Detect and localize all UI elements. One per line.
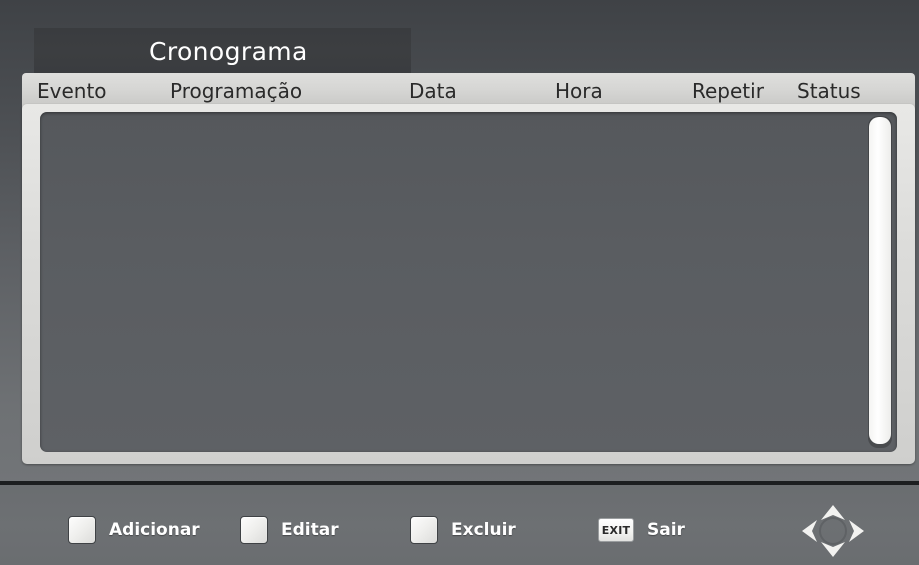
exit-key-text: EXIT	[601, 523, 631, 537]
exit-button-label: Sair	[647, 520, 685, 540]
dpad-left-icon	[802, 520, 817, 542]
dpad-svg	[802, 505, 864, 557]
dpad-right-icon	[849, 520, 864, 542]
column-header-programacao: Programação	[170, 79, 303, 103]
scrollbar-thumb[interactable]	[869, 117, 891, 444]
column-header-status: Status	[797, 79, 861, 103]
add-button-label: Adicionar	[109, 520, 200, 540]
exit-key-icon: EXIT	[598, 518, 634, 542]
dpad-navigation-icon[interactable]	[795, 503, 871, 559]
column-header-hora: Hora	[555, 79, 603, 103]
schedule-list-rows	[40, 112, 897, 452]
edit-button[interactable]: Editar	[240, 515, 339, 545]
exit-button[interactable]: EXIT Sair	[598, 515, 685, 545]
schedule-list[interactable]	[40, 112, 897, 452]
schedule-screen: Cronograma Evento Programação Data Hora …	[0, 0, 919, 565]
page-title: Cronograma	[149, 36, 308, 66]
delete-button-label: Excluir	[451, 520, 516, 540]
color-key-square-icon	[410, 516, 438, 544]
add-button[interactable]: Adicionar	[68, 515, 200, 545]
color-key-square-icon	[240, 516, 268, 544]
edit-button-label: Editar	[281, 520, 339, 540]
column-header-data: Data	[409, 79, 457, 103]
color-key-square-icon	[68, 516, 96, 544]
schedule-list-frame	[22, 104, 915, 464]
title-bar: Cronograma	[34, 28, 411, 74]
column-header-evento: Evento	[37, 79, 107, 103]
vertical-scrollbar[interactable]	[868, 116, 892, 448]
delete-button[interactable]: Excluir	[410, 515, 516, 545]
column-header-repetir: Repetir	[692, 79, 764, 103]
